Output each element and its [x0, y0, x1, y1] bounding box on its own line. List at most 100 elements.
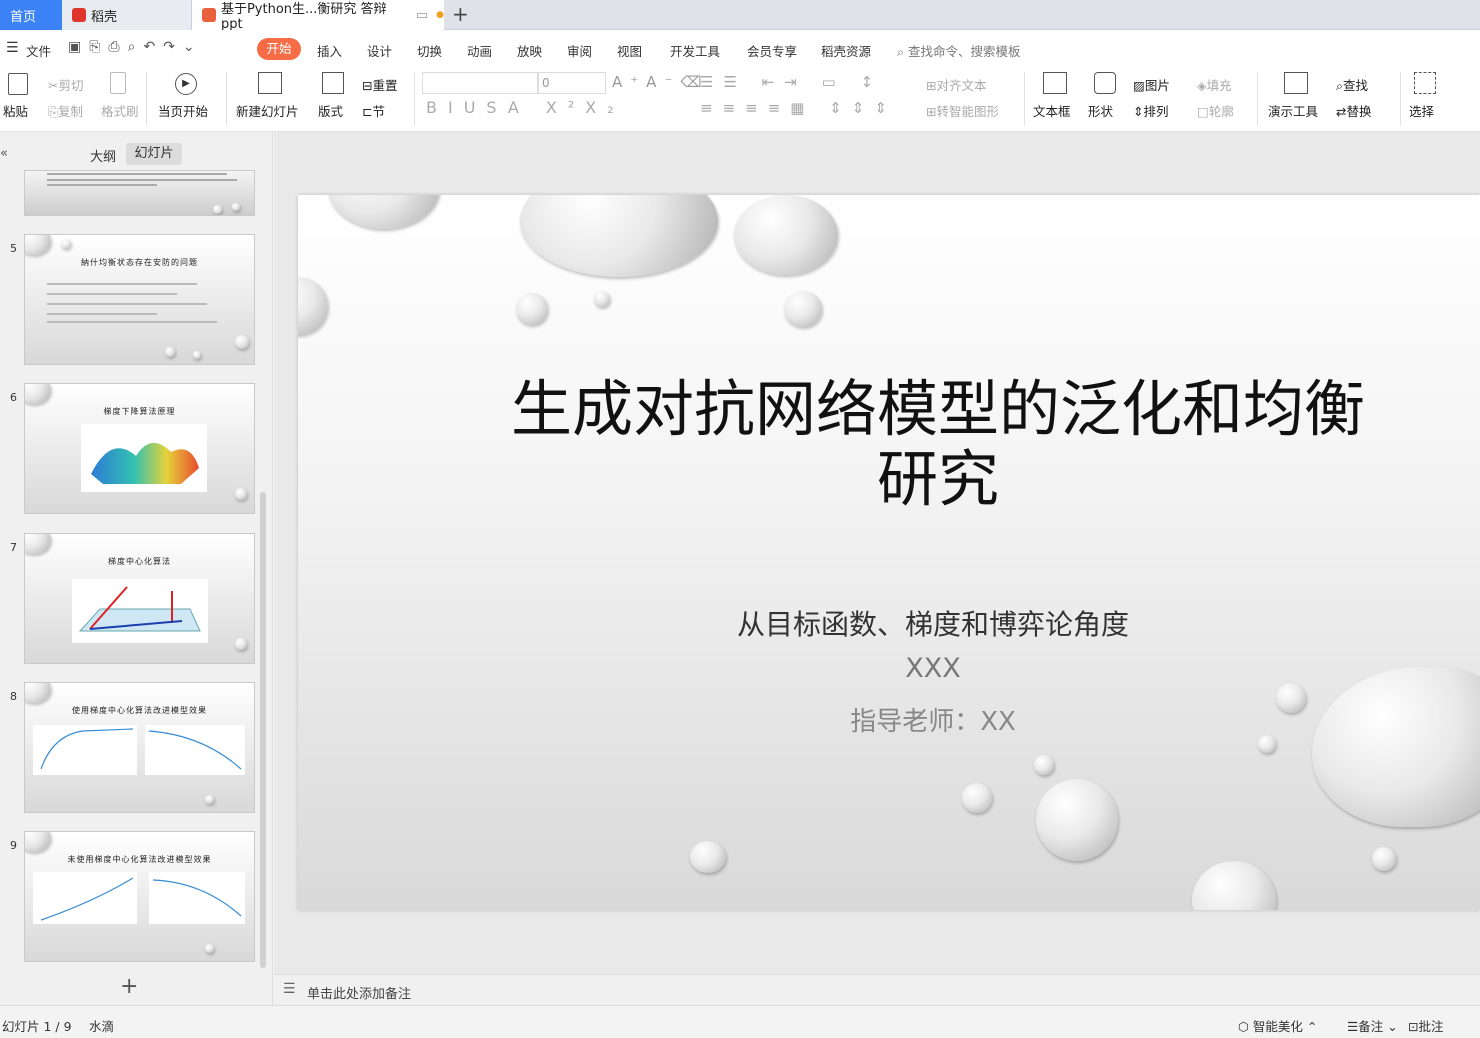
hamburger-icon[interactable]: ☰ [6, 40, 19, 56]
slide-subtitle[interactable]: 从目标函数、梯度和博弈论角度 [628, 603, 1238, 643]
align-text-button[interactable]: ⊞对齐文本 [926, 75, 987, 94]
tab-review[interactable]: 审阅 [567, 41, 592, 60]
slide-thumbnail[interactable]: 使用梯度中心化算法改进模型效果 [24, 682, 255, 813]
beautify-icon: ⬡ [1238, 1019, 1249, 1034]
new-slide-button[interactable]: 新建幻灯片 [236, 101, 299, 120]
replace-button[interactable]: ⇄替换 [1336, 101, 1372, 120]
thumb-title: 納什均衡状态存在安防的问题 [81, 258, 198, 267]
outline-tab[interactable]: 大纲 [90, 146, 116, 165]
copy-button[interactable]: ⎘复制 [48, 101, 83, 120]
tab-member[interactable]: 会员专享 [747, 41, 797, 60]
find-button[interactable]: ⌕查找 [1336, 75, 1368, 94]
panel-scrollbar[interactable] [260, 492, 266, 968]
tab-document[interactable]: 基于Python生...衡研究 答辩ppt ▭ ● [192, 0, 444, 32]
theme-name[interactable]: 水滴 [89, 1016, 114, 1035]
find-label: 查找 [1343, 78, 1369, 93]
shape-button[interactable]: 形状 [1088, 101, 1113, 120]
tab-daoke-label: 稻壳 [91, 9, 118, 25]
layout-icon[interactable] [322, 72, 344, 94]
collapse-panel-icon[interactable]: « [0, 146, 8, 161]
water-drop [1034, 755, 1054, 775]
slide-advisor[interactable]: 指导老师：XX [628, 701, 1238, 738]
select-icon[interactable] [1414, 72, 1436, 94]
picture-button[interactable]: ▨图片 [1133, 75, 1170, 94]
arrange-button[interactable]: ⇕排列 [1133, 101, 1169, 120]
tab-home[interactable]: 首页 [0, 0, 62, 30]
file-menu[interactable]: 文件 [26, 41, 51, 60]
gradient-centralization-diagram [72, 579, 208, 643]
slide-thumbnail[interactable]: 納什均衡状态存在安防的问题 [24, 234, 255, 365]
slide-thumbnail[interactable] [24, 170, 255, 216]
new-tab-icon[interactable]: + [452, 2, 469, 26]
outline-button[interactable]: □轮廓 [1197, 101, 1234, 120]
font-grow-shrink-icons[interactable]: A⁺A⁻⌫ [612, 73, 710, 91]
water-drop [25, 683, 51, 703]
select-button[interactable]: 选择 [1409, 101, 1434, 120]
paragraph-list-icons[interactable]: ☰☰ ⇤⇥ ▭ ↕ [700, 73, 883, 91]
water-drop [1372, 847, 1396, 871]
section-button[interactable]: ⊏节 [362, 101, 385, 120]
water-drop [1258, 735, 1276, 753]
tab-transition[interactable]: 切换 [417, 41, 442, 60]
slide-thumbnail[interactable]: 未使用梯度中心化算法改进模型效果 [24, 831, 255, 962]
paste-button[interactable]: 粘贴 [3, 101, 28, 120]
notes-pane[interactable]: ☰ 单击此处添加备注 [274, 974, 1480, 1005]
tab-insert[interactable]: 插入 [317, 41, 342, 60]
comments-toggle[interactable]: ⊡批注 [1408, 1016, 1444, 1035]
font-family-select[interactable] [422, 72, 538, 94]
tab-daoke[interactable]: 稻壳 [62, 0, 192, 30]
tab-design[interactable]: 设计 [367, 41, 392, 60]
replace-icon: ⇄ [1336, 104, 1347, 119]
quick-access-icons[interactable]: ▣⎘⎙⌕↶↷⌄ [68, 39, 203, 55]
tab-daoke-resources[interactable]: 稻壳资源 [821, 41, 871, 60]
water-drop [1192, 861, 1276, 910]
slide-thumbnail[interactable]: 梯度下降算法原理 [24, 383, 255, 514]
water-drop [235, 335, 249, 349]
toolbar-separator [1257, 72, 1258, 126]
format-painter-icon[interactable] [110, 72, 126, 94]
beautify-button[interactable]: ⬡ 智能美化 ⌃ [1238, 1016, 1317, 1035]
paragraph-align-icons[interactable]: ≡≡≡≡▦ ⇕⇕⇕ [700, 99, 897, 117]
smart-graphic-button[interactable]: ⊞转智能图形 [926, 101, 999, 120]
tab-start[interactable]: 开始 [257, 38, 301, 60]
add-slide-icon[interactable]: + [120, 974, 138, 999]
thumb-text-line [47, 184, 157, 186]
thumb-title: 梯度中心化算法 [108, 557, 171, 566]
font-style-icons[interactable]: BIUSA X²X₂ [426, 98, 625, 117]
new-slide-icon[interactable] [258, 72, 282, 94]
water-drop [516, 293, 548, 325]
play-icon[interactable]: ▶ [175, 73, 197, 95]
textbox-icon[interactable] [1043, 72, 1067, 94]
water-drop [213, 205, 222, 214]
copy-icon: ⎘ [48, 104, 59, 119]
comment-icon: ⊡ [1408, 1019, 1419, 1034]
slide-thumbnail[interactable]: 梯度中心化算法 [24, 533, 255, 664]
layout-button[interactable]: 版式 [318, 101, 343, 120]
slide-title[interactable]: 生成对抗网络模型的泛化和均衡研究 [508, 375, 1368, 515]
notes-toggle[interactable]: ☰备注 ⌄ [1347, 1016, 1398, 1035]
format-painter-button[interactable]: 格式刷 [101, 101, 139, 120]
pin-icon[interactable]: ▭ [416, 8, 428, 23]
tab-view[interactable]: 视图 [617, 41, 642, 60]
slide-counter: 幻灯片 1 / 9 [2, 1019, 72, 1034]
presentation-tools-icon[interactable] [1284, 72, 1308, 94]
water-drop [690, 841, 726, 873]
slide-editor[interactable]: 生成对抗网络模型的泛化和均衡研究 从目标函数、梯度和博弈论角度 XXX 指导老师… [298, 195, 1480, 910]
fill-button[interactable]: ◈填充 [1197, 75, 1232, 94]
slide-author[interactable]: XXX [628, 653, 1238, 684]
shape-icon[interactable] [1094, 72, 1116, 94]
textbox-button[interactable]: 文本框 [1033, 101, 1071, 120]
slides-tab[interactable]: 幻灯片 [126, 143, 182, 165]
water-drop [594, 291, 610, 307]
tab-slideshow[interactable]: 放映 [517, 41, 542, 60]
paste-icon[interactable] [8, 73, 28, 95]
reset-button[interactable]: ⊟重置 [362, 75, 398, 94]
tab-animation[interactable]: 动画 [467, 41, 492, 60]
font-size-select[interactable]: 0 [538, 72, 606, 94]
tab-developer[interactable]: 开发工具 [670, 41, 720, 60]
copy-label: 复制 [58, 104, 84, 119]
presentation-tools-button[interactable]: 演示工具 [1268, 101, 1318, 120]
cut-button[interactable]: ✂剪切 [48, 75, 84, 94]
play-current-button[interactable]: 当页开始 [158, 101, 208, 120]
command-search[interactable]: ⌕ 查找命令、搜索模板 [897, 41, 1021, 60]
